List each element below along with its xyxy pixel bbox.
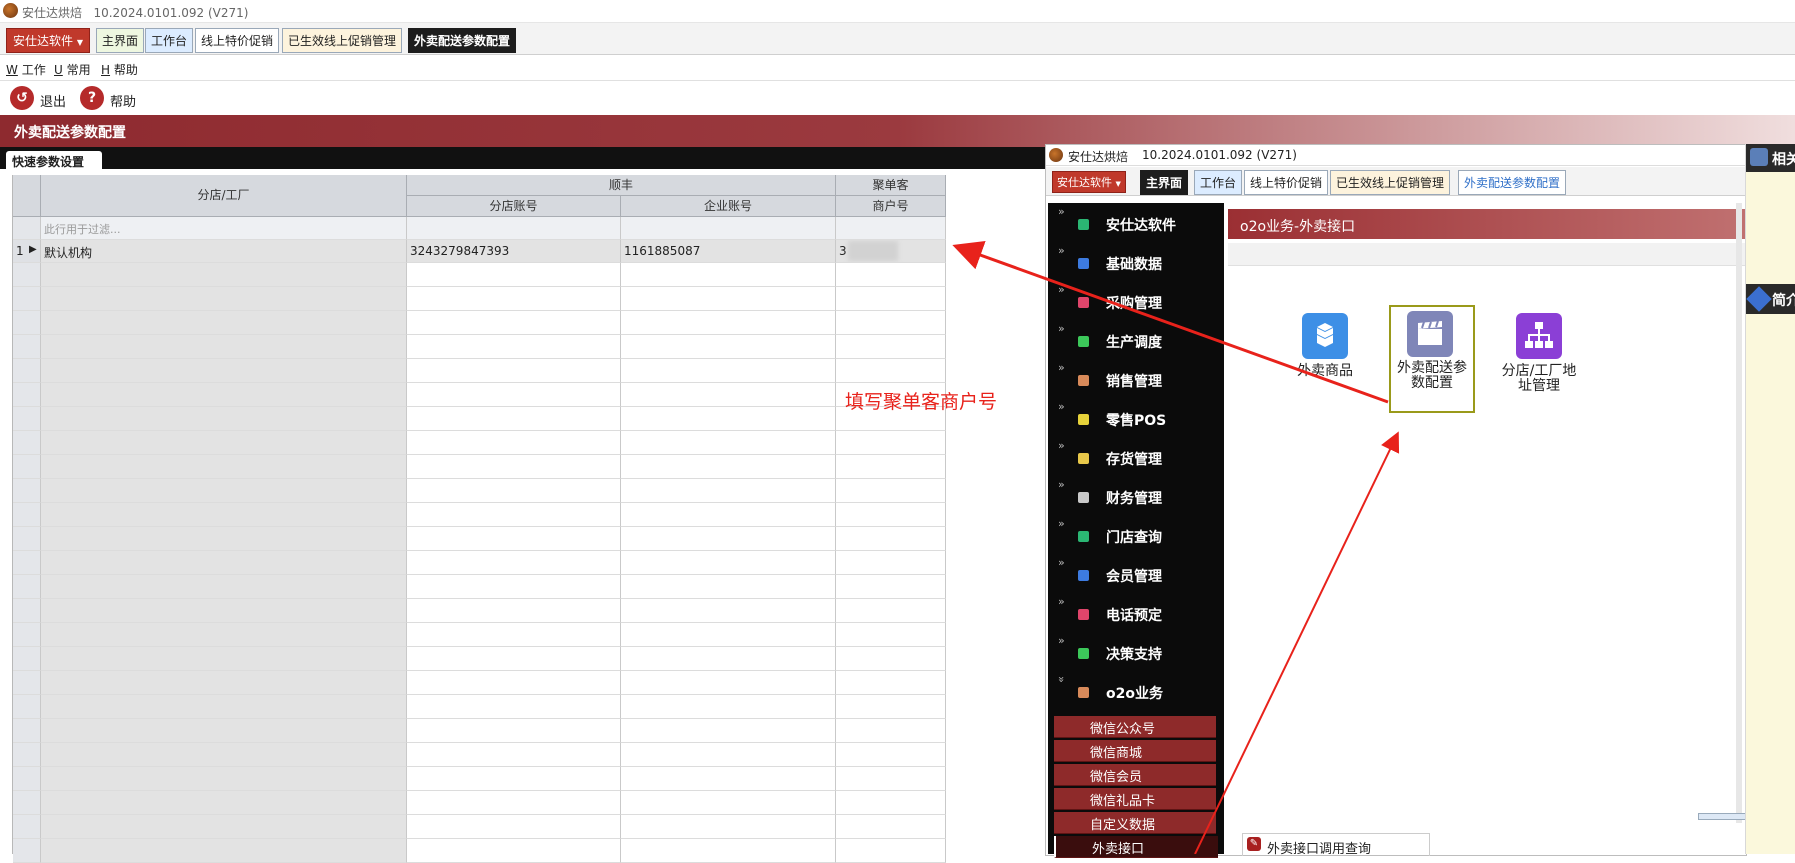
arrow-to-merchant-cell: [952, 241, 1389, 404]
annotation-arrows: [952, 241, 1400, 854]
arrow-to-config-tile: [1194, 431, 1400, 854]
